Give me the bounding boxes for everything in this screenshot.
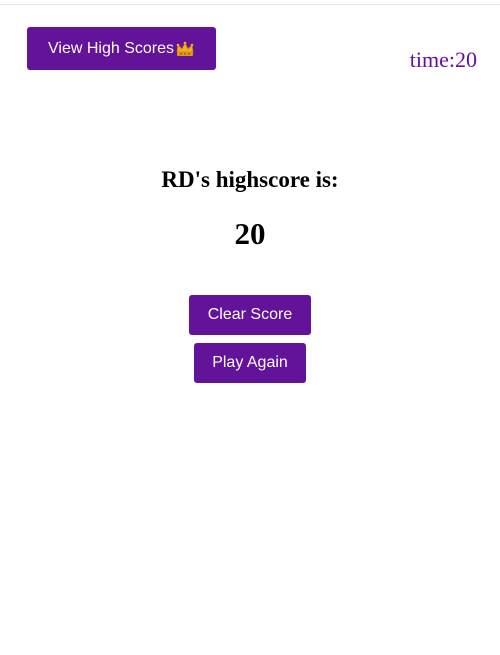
play-again-button[interactable]: Play Again (194, 343, 306, 383)
top-divider (0, 4, 500, 5)
crown-icon (175, 41, 195, 57)
clear-score-button[interactable]: Clear Score (189, 295, 311, 335)
timer-display: time:20 (409, 47, 477, 72)
score-value: 20 (234, 216, 266, 251)
highscore-heading: RD's highscore is: (161, 167, 339, 192)
view-high-scores-button[interactable]: View High Scores (27, 27, 216, 70)
view-high-scores-label: View High Scores (48, 39, 174, 57)
